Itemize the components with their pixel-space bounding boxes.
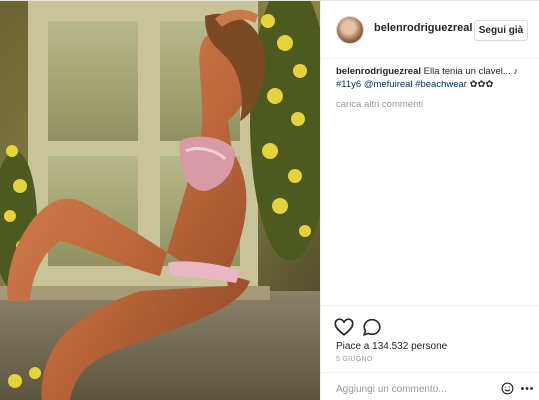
comment-icon[interactable] (361, 316, 383, 338)
likes-number: 134.532 (372, 341, 409, 352)
post-side-panel: belenrodriguezreal Segui già belenrodrig… (320, 1, 539, 400)
caption-username[interactable]: belenrodriguezreal (336, 66, 421, 77)
post-photo[interactable] (0, 1, 320, 400)
hashtag-beachwear[interactable]: #beachwear (415, 79, 467, 90)
caption-text: Ella tenia un clavel... ♪ (421, 66, 519, 77)
caption-flowers: ✿✿✿ (466, 79, 494, 90)
likes-prefix: Piace a (336, 341, 373, 352)
load-more-comments-link[interactable]: carica altri commenti (336, 99, 531, 110)
photo-illustration (0, 1, 320, 400)
avatar[interactable] (336, 16, 364, 44)
comments-section: belenrodriguezreal Ella tenia un clavel.… (336, 65, 531, 110)
follow-button[interactable]: Segui già (474, 20, 528, 41)
more-options-icon[interactable] (520, 382, 534, 395)
caption: belenrodriguezreal Ella tenia un clavel.… (336, 65, 531, 91)
add-comment-bar (321, 372, 539, 400)
emoji-icon[interactable] (501, 382, 514, 395)
likes-count[interactable]: Piace a 134.532 persone (336, 341, 447, 352)
instagram-post: belenrodriguezreal Segui già belenrodrig… (0, 0, 539, 400)
heart-icon[interactable] (333, 316, 355, 338)
comment-input[interactable] (336, 381, 496, 397)
hashtag-11y6[interactable]: #11y6 (336, 79, 361, 90)
post-actions: Piace a 134.532 persone 5 giugno (321, 305, 539, 400)
post-header: belenrodriguezreal Segui già (321, 1, 539, 59)
post-date: 5 giugno (336, 356, 373, 363)
likes-suffix: persone (408, 341, 448, 352)
header-username[interactable]: belenrodriguezreal (374, 22, 472, 34)
mention-mefuireal[interactable]: @mefuireal (364, 79, 413, 90)
